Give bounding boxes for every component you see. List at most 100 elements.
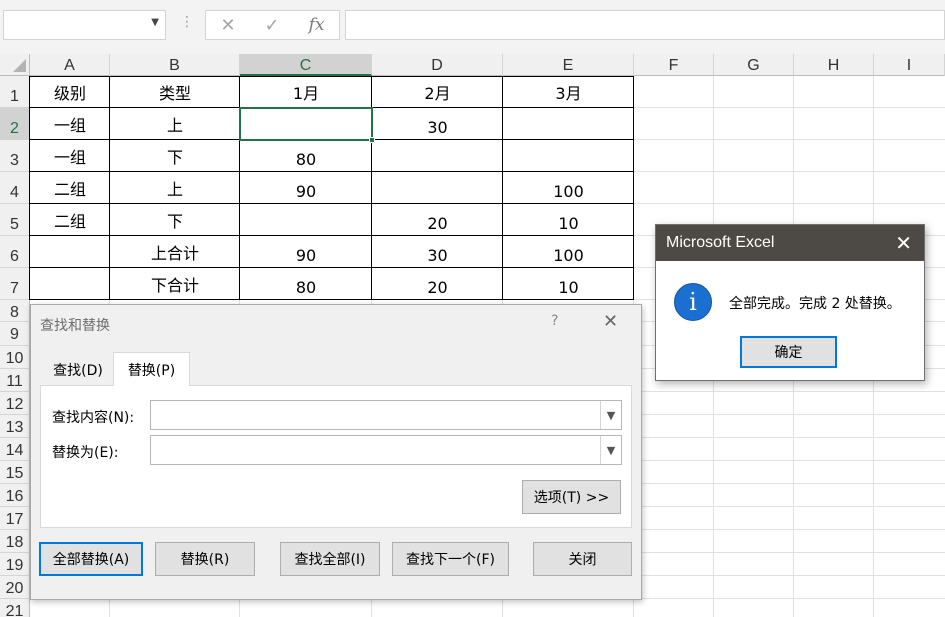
formula-buttons: ✕ ✓ fx — [205, 10, 340, 40]
cell-e1[interactable]: 3月 — [503, 76, 634, 108]
row-header-15[interactable]: 15 — [0, 461, 30, 484]
ok-button[interactable]: 确定 — [740, 336, 837, 368]
cell-a5[interactable]: 二组 — [30, 204, 110, 236]
cell-e6[interactable]: 100 — [503, 236, 634, 268]
chevron-down-icon[interactable]: ▼ — [600, 436, 621, 464]
cell-c6[interactable]: 90 — [240, 236, 372, 268]
cell-a6[interactable] — [30, 236, 110, 268]
message-text: 全部完成。完成 2 处替换。 — [729, 296, 901, 312]
table-border-horizontal — [29, 267, 634, 268]
table-border-horizontal — [29, 171, 634, 172]
replace-with-input[interactable]: ▼ — [150, 435, 622, 465]
cell-d7[interactable]: 20 — [372, 268, 503, 300]
cell-e3[interactable] — [503, 140, 634, 172]
tab-replace[interactable]: 替换(P) — [113, 352, 190, 386]
cell-a2[interactable]: 一组 — [30, 108, 110, 140]
column-header-d[interactable]: D — [372, 54, 503, 76]
cell-b5[interactable]: 下 — [110, 204, 240, 236]
enter-icon[interactable]: ✓ — [265, 15, 280, 36]
find-what-input[interactable]: ▼ — [150, 400, 622, 430]
active-cell-selection[interactable] — [239, 107, 375, 143]
insert-function-icon[interactable]: fx — [309, 15, 325, 35]
cell-d4[interactable] — [372, 172, 503, 204]
column-header-c[interactable]: C — [240, 54, 372, 76]
row-header-2[interactable]: 2 — [0, 108, 30, 140]
table-border-horizontal — [29, 76, 634, 77]
row-header-11[interactable]: 11 — [0, 369, 30, 392]
cell-b1[interactable]: 类型 — [110, 76, 240, 108]
cell-c5[interactable] — [240, 204, 372, 236]
cell-e7[interactable]: 10 — [503, 268, 634, 300]
cell-c4[interactable]: 90 — [240, 172, 372, 204]
fill-handle[interactable] — [369, 137, 375, 143]
row-header-7[interactable]: 7 — [0, 268, 30, 300]
cell-b3[interactable]: 下 — [110, 140, 240, 172]
cell-d6[interactable]: 30 — [372, 236, 503, 268]
replace-button[interactable]: 替换(R) — [155, 542, 255, 576]
row-header-13[interactable]: 13 — [0, 415, 30, 438]
cell-c1[interactable]: 1月 — [240, 76, 372, 108]
cell-b6[interactable]: 上合计 — [110, 236, 240, 268]
column-header-a[interactable]: A — [30, 54, 110, 76]
row-header-12[interactable]: 12 — [0, 392, 30, 415]
row-header-9[interactable]: 9 — [0, 322, 30, 346]
help-icon[interactable]: ? — [551, 313, 558, 329]
row-header-14[interactable]: 14 — [0, 438, 30, 461]
column-header-g[interactable]: G — [714, 54, 794, 76]
chevron-down-icon[interactable]: ▼ — [151, 17, 159, 28]
cell-a7[interactable] — [30, 268, 110, 300]
cell-e2[interactable] — [503, 108, 634, 140]
row-header-5[interactable]: 5 — [0, 204, 30, 236]
row-header-21[interactable]: 21 — [0, 599, 30, 617]
cell-e5[interactable]: 10 — [503, 204, 634, 236]
cell-b4[interactable]: 上 — [110, 172, 240, 204]
cell-d2[interactable]: 30 — [372, 108, 503, 140]
options-button[interactable]: 选项(T) >> — [522, 480, 621, 514]
cell-e4[interactable]: 100 — [503, 172, 634, 204]
row-header-16[interactable]: 16 — [0, 484, 30, 507]
column-header-e[interactable]: E — [503, 54, 634, 76]
column-header-f[interactable]: F — [634, 54, 714, 76]
row-header-17[interactable]: 17 — [0, 507, 30, 530]
find-next-button[interactable]: 查找下一个(F) — [392, 542, 509, 576]
row-header-6[interactable]: 6 — [0, 236, 30, 268]
row-header-10[interactable]: 10 — [0, 346, 30, 369]
row-header-20[interactable]: 20 — [0, 576, 30, 599]
cancel-icon[interactable]: ✕ — [220, 15, 235, 36]
find-all-button[interactable]: 查找全部(I) — [280, 542, 380, 576]
message-box-body: i 全部完成。完成 2 处替换。 确定 — [656, 261, 924, 380]
row-header-3[interactable]: 3 — [0, 140, 30, 172]
close-icon[interactable]: ✕ — [895, 231, 912, 255]
close-icon[interactable]: ✕ — [603, 311, 618, 332]
cell-d5[interactable]: 20 — [372, 204, 503, 236]
info-icon: i — [674, 283, 712, 321]
cell-a4[interactable]: 二组 — [30, 172, 110, 204]
row-header-19[interactable]: 19 — [0, 553, 30, 576]
cell-d3[interactable] — [372, 140, 503, 172]
name-box[interactable]: ▼ — [3, 10, 166, 40]
drag-handle-icon[interactable]: ⋮ — [180, 14, 194, 30]
cell-b2[interactable]: 上 — [110, 108, 240, 140]
cell-a1[interactable]: 级别 — [30, 76, 110, 108]
tab-find[interactable]: 查找(D) — [43, 354, 113, 386]
dialog-title: 查找和替换 — [40, 318, 110, 334]
column-header-h[interactable]: H — [794, 54, 874, 76]
cell-c7[interactable]: 80 — [240, 268, 372, 300]
close-button[interactable]: 关闭 — [533, 542, 632, 576]
select-all-triangle-icon — [13, 59, 26, 72]
select-all-button[interactable] — [0, 54, 30, 76]
column-header-b[interactable]: B — [110, 54, 240, 76]
replace-tab-panel: 查找内容(N): ▼ 替换为(E): ▼ 选项(T) >> — [40, 385, 632, 528]
replace-all-button[interactable]: 全部替换(A) — [39, 542, 143, 576]
cell-a3[interactable]: 一组 — [30, 140, 110, 172]
cell-d1[interactable]: 2月 — [372, 76, 503, 108]
formula-input[interactable] — [345, 10, 945, 40]
cell-b7[interactable]: 下合计 — [110, 268, 240, 300]
row-header-4[interactable]: 4 — [0, 172, 30, 204]
row-header-18[interactable]: 18 — [0, 530, 30, 553]
cell-c3[interactable]: 80 — [240, 140, 372, 172]
row-header-1[interactable]: 1 — [0, 76, 30, 108]
row-header-8[interactable]: 8 — [0, 300, 30, 322]
chevron-down-icon[interactable]: ▼ — [600, 401, 621, 429]
column-header-i[interactable]: I — [874, 54, 945, 76]
